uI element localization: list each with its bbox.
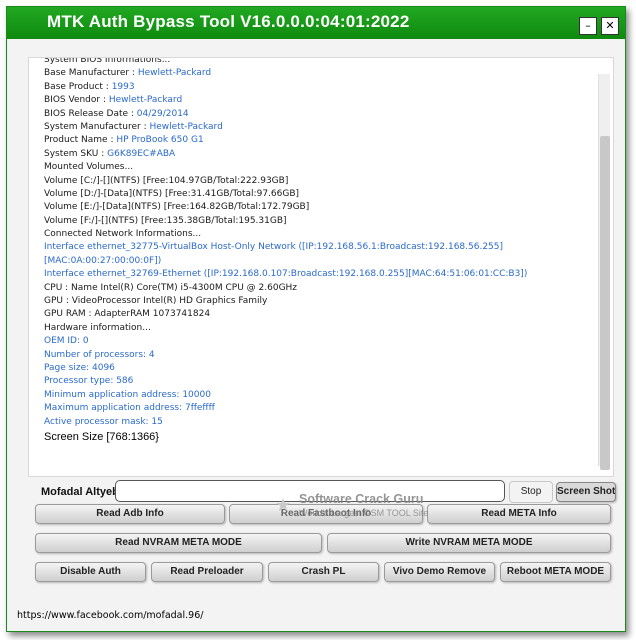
log-gpu-ram-line: GPU RAM : AdapterRAM 1073741824 [44, 309, 211, 320]
screenshot-button[interactable]: Screen Shot [556, 482, 616, 502]
window-title: MTK Auth Bypass Tool V16.0.0.0:04:01:202… [47, 12, 410, 31]
bios-key: System Manufacturer : [44, 121, 150, 132]
bios-value: Hewlett-Packard [108, 95, 183, 106]
log-hardware-line: Number of processors: 4 [44, 349, 155, 360]
bios-key: Base Manufacturer : [44, 68, 138, 79]
write-nvram-meta-button[interactable]: Write NVRAM META MODE [327, 533, 611, 553]
log-volumes-header: Mounted Volumes... [44, 162, 134, 173]
close-button[interactable]: ✕ [601, 17, 619, 35]
reboot-meta-mode-button[interactable]: Reboot META MODE [500, 562, 611, 582]
title-bar: MTK Auth Bypass Tool V16.0.0.0:04:01:202… [7, 7, 625, 39]
bios-key: Base Product : [44, 81, 112, 92]
log-hardware-line: OEM ID: 0 [44, 336, 89, 347]
log-bios-line: System SKU : G6K89EC#ABA [44, 148, 592, 161]
log-hardware-line: Minimum application address: 10000 [44, 389, 211, 400]
app-window: MTK Auth Bypass Tool V16.0.0.0:04:01:202… [6, 6, 626, 632]
log-gpu-line: GPU : VideoProcessor Intel(R) HD Graphic… [44, 296, 268, 307]
log-network-header: Connected Network Informations... [44, 229, 202, 240]
bios-key: System SKU : [44, 148, 108, 159]
bios-key: Product Name : [44, 135, 117, 146]
bios-value: HP ProBook 650 G1 [116, 135, 204, 146]
bios-key: BIOS Release Date : [44, 108, 137, 119]
log-lines: System BIOS Informations... Base Manufac… [44, 57, 592, 445]
read-fastboot-info-button[interactable]: Read Fastboot Info [229, 504, 423, 524]
disable-auth-button[interactable]: Disable Auth [35, 562, 146, 582]
log-scroll-thumb[interactable] [600, 136, 610, 470]
log-bios-line: Product Name : HP ProBook 650 G1 [44, 134, 592, 147]
name-input[interactable] [115, 480, 505, 502]
log-hardware-line: Maximum application address: 7ffeffff [44, 403, 215, 414]
bios-key: BIOS Vendor : [44, 95, 109, 106]
vivo-demo-remove-button[interactable]: Vivo Demo Remove [384, 562, 495, 582]
log-bios-line: BIOS Release Date : 04/29/2014 [44, 108, 592, 121]
log-bios-line: Base Product : 1993 [44, 81, 592, 94]
bios-value: Hewlett-Packard [149, 121, 223, 132]
status-url[interactable]: https://www.facebook.com/mofadal.96/ [17, 610, 203, 621]
bios-value: 04/29/2014 [136, 108, 189, 119]
log-line-partial: System BIOS Informations... [44, 57, 171, 65]
log-volume-line: Volume [E:/]-[Data](NTFS) [Free:164.82GB… [44, 202, 310, 213]
log-hardware-line: Active processor mask: 15 [44, 416, 163, 427]
read-preloader-button[interactable]: Read Preloader [151, 562, 263, 582]
log-hardware-header: Hardware information... [44, 322, 151, 333]
log-volume-line: Volume [F:/]-[](NTFS) [Free:135.38GB/Tot… [44, 215, 287, 226]
log-panel[interactable]: System BIOS Informations... Base Manufac… [28, 57, 614, 477]
read-meta-info-button[interactable]: Read META Info [427, 504, 611, 524]
bios-value: G6K89EC#ABA [107, 148, 176, 159]
log-network-line: Interface ethernet_32769-Ethernet ([IP:1… [44, 269, 528, 280]
log-bios-line: Base Manufacturer : Hewlett-Packard [44, 67, 592, 80]
bios-value: Hewlett-Packard [137, 68, 212, 79]
log-bios-line: System Manufacturer : Hewlett-Packard [44, 121, 592, 134]
read-nvram-meta-button[interactable]: Read NVRAM META MODE [35, 533, 322, 553]
log-screen-size: Screen Size [768:1366} [44, 430, 159, 443]
name-label: Mofadal Altyeb [41, 486, 119, 498]
bios-value: 1993 [111, 81, 135, 92]
log-hardware-line: Processor type: 586 [44, 376, 134, 387]
stop-button[interactable]: Stop [509, 481, 553, 503]
log-network-line: Interface ethernet_32775-VirtualBox Host… [44, 242, 504, 266]
log-bios-line: BIOS Vendor : Hewlett-Packard [44, 94, 592, 107]
log-volume-line: Volume [C:/]-[](NTFS) [Free:104.97GB/Tot… [44, 175, 289, 186]
read-adb-info-button[interactable]: Read Adb Info [35, 504, 225, 524]
log-scrollbar[interactable] [598, 74, 610, 470]
log-volume-line: Volume [D:/]-[Data](NTFS) [Free:31.41GB/… [44, 188, 300, 199]
log-hardware-line: Page size: 4096 [44, 363, 115, 374]
log-cpu-line: CPU : Name Intel(R) Core(TM) i5-4300M CP… [44, 282, 298, 293]
minimize-button[interactable]: – [579, 17, 597, 35]
crash-pl-button[interactable]: Crash PL [268, 562, 379, 582]
